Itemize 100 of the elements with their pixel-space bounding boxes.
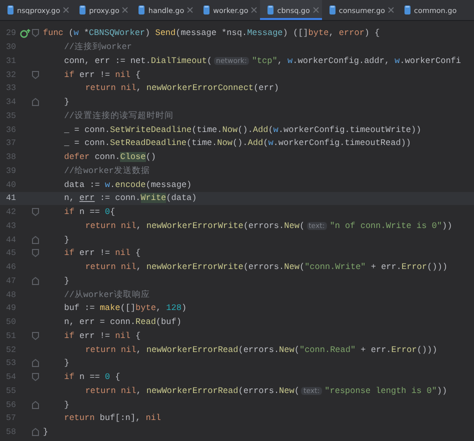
code-text: (). [238,124,253,135]
receiver-name: w [268,138,274,148]
code-text: { [134,248,141,258]
code-text: )) [436,386,448,396]
close-icon[interactable] [187,7,194,13]
code-text: (message *nsq. [176,28,248,38]
file-icon [404,5,412,15]
code-text: , [136,83,142,94]
close-icon[interactable] [312,7,319,13]
code-text: ) [145,28,152,38]
method-name: newWorkerErrorWrite [146,262,244,272]
string-literal: "conn.Write" [304,262,366,272]
fold-icon[interactable] [32,236,39,244]
code-text: (time. [186,138,218,148]
close-icon[interactable] [388,7,394,13]
implementation-icon[interactable] [20,28,31,38]
fold-icon[interactable] [32,276,39,285]
method-name: New [284,262,300,272]
fold-icon[interactable] [32,29,39,38]
fold-icon[interactable] [32,373,39,382]
code-text: conn, err := net. [64,56,151,66]
keyword: if [64,207,74,218]
receiver-name: w [74,28,79,38]
method-name: SetWriteDeadline [110,124,192,135]
code-text: (errors. [243,220,284,231]
code-text: ( [68,28,74,38]
code-text: () [146,152,156,162]
code-text: (data) [166,193,197,204]
keyword: nil [120,220,136,231]
code-text: , [136,220,142,231]
fold-icon[interactable] [32,428,39,436]
code-text: { [134,70,141,80]
number-literal: 0 [104,372,110,382]
code-text: := conn. [98,193,141,204]
code-text: n, err = conn. [64,317,136,328]
code-text: )) [442,220,452,231]
keyword: if [64,372,74,382]
close-icon[interactable] [63,7,70,13]
file-icon [138,5,146,15]
code-text: ( [263,138,268,148]
code-text: (errors. [238,344,280,355]
code-text: err != [78,248,112,258]
close-icon[interactable] [122,7,128,13]
code-text: _ = conn. [64,138,110,148]
code-text: (time. [192,124,222,135]
keyword: func [43,28,64,38]
code-text: err != [78,330,112,341]
keyword: if [64,70,74,80]
code-text: ())) [416,344,438,355]
method-name: New [284,220,300,231]
code-text: n == [78,372,101,382]
method-name: Add [252,124,268,135]
file-icon [328,5,336,15]
code-text: (errors. [238,386,280,396]
method-name: newWorkerErrorRead [146,386,238,396]
code-text: , [328,28,334,38]
keyword: nil [120,344,136,355]
fold-icon[interactable] [32,332,39,340]
fold-icon[interactable] [32,400,39,409]
code-text: } [64,358,70,368]
keyword: return [85,83,116,94]
receiver-name: w [286,56,293,66]
keyword: nil [115,248,130,258]
keyword: nil [120,83,136,94]
method-name: Error [402,262,428,272]
function-name: make [100,303,120,314]
code-text: } [64,234,70,245]
code-text: } [64,400,70,410]
code-text: err != [78,70,112,80]
code-text: ) ([] [282,28,308,38]
keyword: error [338,28,364,38]
code-text: (). [232,138,248,148]
code-text: .workerConfig.timeoutRead)) [273,138,412,148]
code-text: (buf) [156,317,182,328]
code-text: (err) [254,83,280,94]
code-text: + err. [370,262,402,272]
method-name: Now [222,124,238,135]
keyword: nil [120,262,136,272]
code-text: .workerConfig.timeoutWrite)) [278,124,422,135]
code-text: } [43,427,48,438]
close-icon[interactable] [251,7,258,13]
code-text: ( [268,124,274,135]
fold-icon[interactable] [32,208,39,216]
code-text: * [82,28,89,38]
string-literal: "n of conn.Write is 0" [330,220,442,231]
method-name: newWorkerErrorConnect [146,83,254,94]
method-name: DialTimeout [150,56,207,66]
number-literal: 0 [104,207,110,218]
fold-icon[interactable] [32,249,39,258]
fold-icon[interactable] [32,359,39,368]
method-name: Error [391,344,417,355]
fold-icon[interactable] [32,70,39,79]
code-text: , [277,56,282,66]
method-name: newWorkerErrorRead [146,344,238,355]
code-text: + err. [360,344,392,355]
method-name: Now [217,138,232,148]
fold-icon[interactable] [32,98,39,106]
keyword: return [85,344,116,355]
file-icon [267,5,274,15]
code-comment: //连接到worker [64,41,132,54]
